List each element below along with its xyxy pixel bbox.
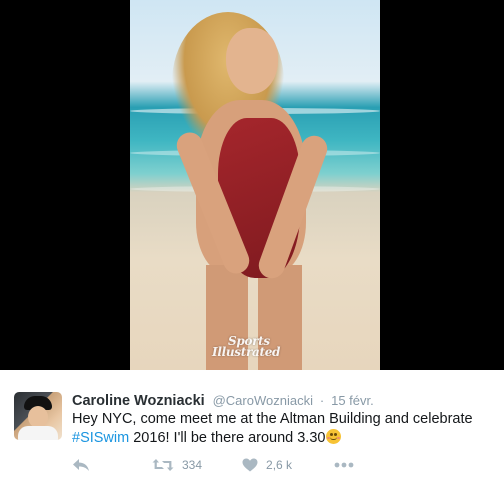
retweet-icon	[152, 459, 174, 471]
avatar-head	[28, 406, 48, 428]
display-name[interactable]: Caroline Wozniacki	[72, 393, 205, 409]
avatar[interactable]	[14, 392, 62, 440]
tweet-text-part1: Hey NYC, come meet me at the Altman Buil…	[72, 411, 473, 427]
more-dots-icon	[334, 462, 354, 468]
photo-face	[226, 28, 278, 94]
smiling-face-emoji-icon	[326, 429, 342, 444]
tweet: Caroline Wozniacki @CaroWozniacki · 15 f…	[0, 370, 504, 488]
tweet-header: Caroline Wozniacki @CaroWozniacki · 15 f…	[72, 392, 374, 409]
sports-illustrated-watermark: Sports Illustrated	[212, 335, 281, 359]
like-button[interactable]: 2,6 k	[242, 458, 292, 472]
heart-icon	[242, 458, 258, 472]
user-handle[interactable]: @CaroWozniacki	[213, 393, 313, 408]
timestamp[interactable]: 15 févr.	[331, 393, 374, 408]
watermark-line2: Illustrated	[212, 345, 281, 359]
tweet-text-part2: 2016! I'll be there around 3.30	[129, 430, 326, 446]
retweet-count: 334	[182, 458, 203, 472]
avatar-body	[18, 426, 58, 440]
retweet-button[interactable]: 334	[152, 458, 202, 472]
more-button[interactable]	[334, 462, 354, 468]
tweet-actions: 334 2,6 k	[72, 458, 354, 472]
hashtag-link[interactable]: #SISwim	[72, 430, 129, 446]
reply-icon	[73, 459, 89, 471]
tweet-media[interactable]: Sports Illustrated	[0, 0, 504, 370]
like-count: 2,6 k	[266, 458, 293, 472]
tweet-text: Hey NYC, come meet me at the Altman Buil…	[72, 410, 492, 448]
separator: ·	[319, 393, 325, 408]
tweet-photo[interactable]: Sports Illustrated	[130, 0, 380, 370]
reply-button[interactable]	[72, 458, 90, 472]
